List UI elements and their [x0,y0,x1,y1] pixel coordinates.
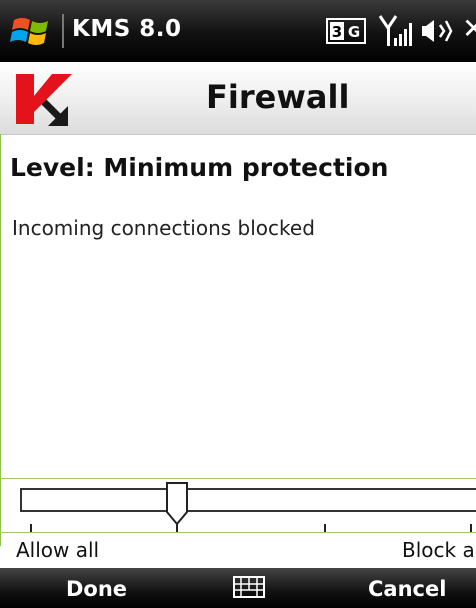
svg-text:3: 3 [332,23,342,41]
cancel-button[interactable]: Cancel [368,577,446,601]
page-title: Firewall [206,78,350,116]
softkey-bar: Done Cancel [0,568,476,608]
close-icon[interactable]: ✕ [462,12,476,45]
slider-tick [30,524,32,532]
protection-level-slider[interactable] [20,488,476,512]
slider-divider-top [0,478,476,479]
slider-tick [176,524,178,532]
keyboard-icon[interactable] [232,575,266,599]
kaspersky-logo-icon [16,74,72,126]
slider-min-label: Allow all [16,538,100,562]
done-button[interactable]: Done [66,577,127,601]
slider-tick [470,524,472,532]
status-separator [62,14,64,48]
slider-handle[interactable] [166,482,188,526]
windows-start-icon[interactable] [10,12,56,50]
app-title[interactable]: KMS 8.0 [72,16,182,42]
protection-level-title: Level: Minimum protection [10,153,389,182]
3g-icon: 3 G [326,18,366,44]
volume-icon[interactable] [420,16,456,46]
status-bar: KMS 8.0 3 G ✕ [0,0,476,62]
slider-max-label: Block a [402,538,475,562]
signal-strength-icon[interactable] [378,14,414,48]
slider-divider-bottom [0,532,476,533]
page-header: Firewall [0,62,476,135]
slider-tick [324,524,326,532]
content-border [0,134,1,546]
svg-text:G: G [348,23,360,41]
level-description: Incoming connections blocked [12,216,315,240]
